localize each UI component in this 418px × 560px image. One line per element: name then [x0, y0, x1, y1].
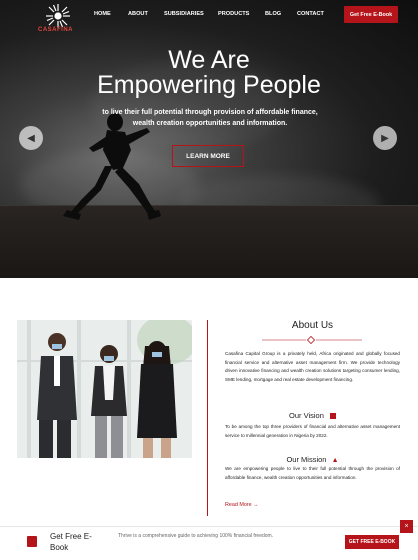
nav-contact[interactable]: CONTACT: [297, 11, 324, 17]
hero-title-line1: We Are: [168, 46, 250, 74]
close-icon[interactable]: ×: [400, 520, 413, 533]
about-title: About Us: [291, 320, 334, 331]
slider-prev-button[interactable]: ◀: [19, 126, 43, 150]
nav-subsidiaries[interactable]: SUBSIDIARIES: [164, 11, 204, 17]
vision-body: To be among the top three providers of f…: [225, 424, 400, 438]
about-body: Casafina Capital Group is a privately he…: [225, 351, 400, 382]
section-divider: [207, 320, 208, 516]
read-more-link[interactable]: Read More →: [225, 502, 259, 508]
vision-heading: Our Vision: [225, 411, 400, 420]
read-more-label[interactable]: Read More: [225, 502, 252, 508]
nav-blog[interactable]: BLOG: [265, 11, 281, 17]
business-people-image: [17, 320, 192, 458]
team-photo: [17, 320, 192, 458]
hero-banner: [0, 0, 418, 278]
hero-subtitle-line1: to live their full potential through pro…: [102, 109, 318, 116]
ebook-bar-title: Get Free E-Book: [50, 532, 92, 552]
ebook-bar-description: Thrive is a comprehensive guide to achie…: [118, 533, 274, 539]
diamond-divider-icon: [262, 336, 362, 344]
get-ebook-button[interactable]: Get Free E-Book: [344, 6, 398, 23]
vision-icon: [329, 413, 336, 420]
learn-more-button[interactable]: LEARN MORE: [172, 145, 244, 167]
vision-title: Our Vision: [289, 411, 324, 420]
arrow-right-icon: →: [253, 502, 259, 508]
nav-home[interactable]: HOME: [94, 11, 111, 17]
mission-title: Our Mission: [286, 455, 327, 464]
mission-body: We are empowering people to live to thei…: [225, 466, 400, 480]
hero-subtitle-line2: wealth creation opportunities and inform…: [132, 120, 288, 127]
brand-name: CASAFINA: [38, 27, 73, 33]
mission-heading: Our Mission ▲: [225, 455, 400, 464]
nav-about[interactable]: ABOUT: [128, 11, 148, 17]
bell-icon: ▲: [331, 457, 339, 464]
slider-next-button[interactable]: ▶: [373, 126, 397, 150]
hero-title-line2: Empowering People: [97, 71, 321, 99]
book-icon: [27, 536, 37, 547]
chevron-right-icon: ▶: [381, 132, 389, 144]
nav-products[interactable]: PRODUCTS: [218, 11, 249, 17]
get-free-ebook-button[interactable]: GET FREE E-BOOK: [345, 535, 399, 549]
chevron-left-icon: ◀: [27, 132, 35, 144]
